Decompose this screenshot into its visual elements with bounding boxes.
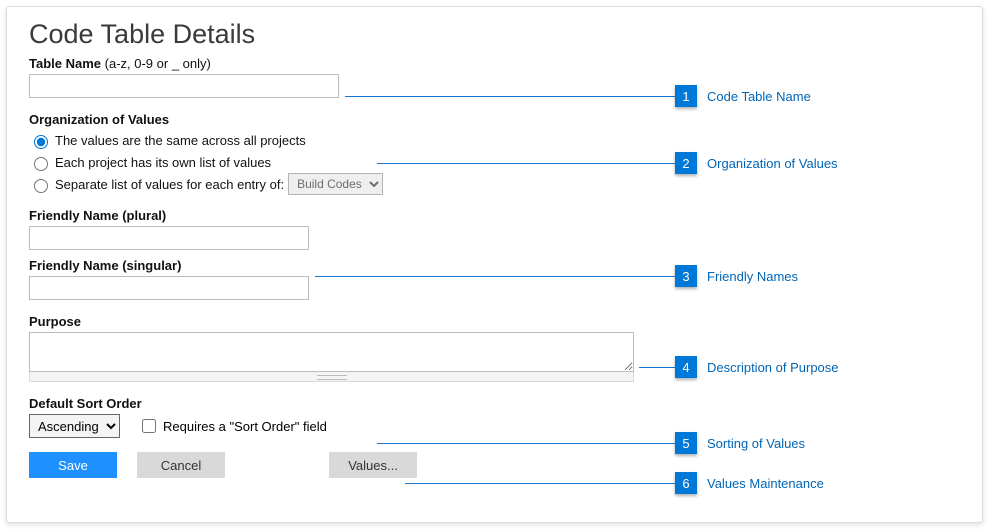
callout-text-6: Values Maintenance <box>707 476 824 491</box>
org-option-separate[interactable]: Separate list of values for each entry o… <box>29 174 960 194</box>
callout-line <box>405 483 675 484</box>
org-radio-separate-label: Separate list of values for each entry o… <box>55 177 284 192</box>
requires-sort-checkbox[interactable] <box>142 419 156 433</box>
org-radio-same[interactable] <box>34 135 48 149</box>
callout-5: 5 Sorting of Values <box>377 432 805 454</box>
friendly-plural-section: Friendly Name (plural) <box>29 208 960 250</box>
callout-line <box>377 163 675 164</box>
callout-text-5: Sorting of Values <box>707 436 805 451</box>
callout-num-5: 5 <box>675 432 697 454</box>
cancel-button[interactable]: Cancel <box>137 452 225 478</box>
friendly-singular-input[interactable] <box>29 276 309 300</box>
callout-text-4: Description of Purpose <box>707 360 839 375</box>
values-button[interactable]: Values... <box>329 452 417 478</box>
page-title: Code Table Details <box>29 19 960 50</box>
table-name-hint: (a-z, 0-9 or _ only) <box>105 56 211 71</box>
callout-line <box>639 367 675 368</box>
org-radio-same-label: The values are the same across all proje… <box>55 133 306 148</box>
textarea-resize-handle[interactable] <box>29 372 634 382</box>
callout-line <box>377 443 675 444</box>
callout-num-3: 3 <box>675 265 697 287</box>
table-name-label-text: Table Name <box>29 56 101 71</box>
callout-text-3: Friendly Names <box>707 269 798 284</box>
callout-line <box>345 96 675 97</box>
table-name-label: Table Name (a-z, 0-9 or _ only) <box>29 56 960 71</box>
organization-label: Organization of Values <box>29 112 960 127</box>
requires-sort-checkbox-row[interactable]: Requires a "Sort Order" field <box>138 416 327 436</box>
sort-label: Default Sort Order <box>29 396 960 411</box>
callout-num-1: 1 <box>675 85 697 107</box>
org-radio-separate[interactable] <box>34 179 48 193</box>
table-name-input[interactable] <box>29 74 339 98</box>
code-table-details-panel: Code Table Details Table Name (a-z, 0-9 … <box>6 6 983 523</box>
callout-4: 4 Description of Purpose <box>639 356 839 378</box>
requires-sort-label: Requires a "Sort Order" field <box>163 419 327 434</box>
callout-2: 2 Organization of Values <box>377 152 838 174</box>
org-radio-per-project-label: Each project has its own list of values <box>55 155 271 170</box>
purpose-label: Purpose <box>29 314 960 329</box>
callout-line <box>315 276 675 277</box>
callout-text-1: Code Table Name <box>707 89 811 104</box>
org-separate-select[interactable]: Build Codes <box>288 173 383 195</box>
save-button[interactable]: Save <box>29 452 117 478</box>
callout-num-6: 6 <box>675 472 697 494</box>
callout-num-2: 2 <box>675 152 697 174</box>
callout-1: 1 Code Table Name <box>345 85 811 107</box>
org-radio-per-project[interactable] <box>34 157 48 171</box>
callout-text-2: Organization of Values <box>707 156 838 171</box>
friendly-plural-input[interactable] <box>29 226 309 250</box>
sort-order-select[interactable]: Ascending <box>29 414 120 438</box>
callout-6: 6 Values Maintenance <box>405 472 824 494</box>
friendly-plural-label: Friendly Name (plural) <box>29 208 960 223</box>
purpose-textarea[interactable] <box>29 332 634 372</box>
org-option-same[interactable]: The values are the same across all proje… <box>29 130 960 150</box>
callout-3: 3 Friendly Names <box>315 265 798 287</box>
callout-num-4: 4 <box>675 356 697 378</box>
